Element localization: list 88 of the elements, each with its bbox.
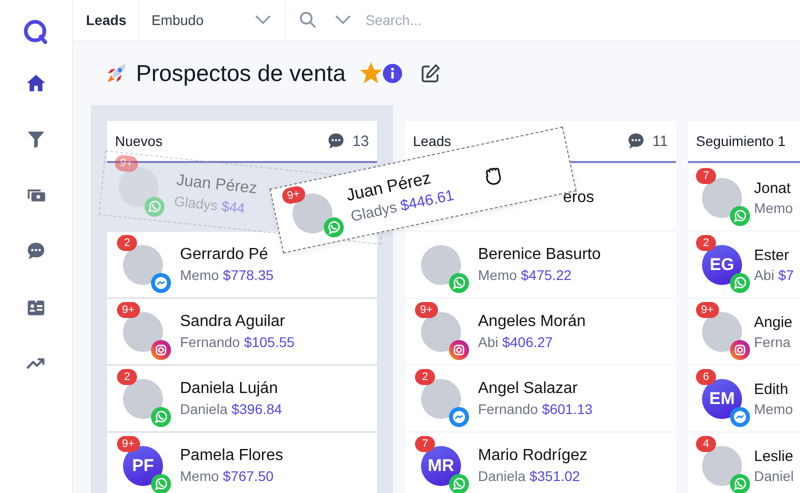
lead-owner-amount: Fernando $105.55 bbox=[180, 334, 295, 350]
search-icon[interactable] bbox=[299, 11, 318, 29]
lead-card[interactable]: Berenice Basurto Memo $475.22 bbox=[405, 232, 676, 297]
lead-owner-amount: Memo $778.35 bbox=[180, 267, 274, 283]
lead-owner-amount: Memo $475.22 bbox=[478, 267, 573, 283]
lead-name: Jonat bbox=[754, 180, 792, 196]
conversation-count: 11 bbox=[652, 132, 668, 150]
lead-owner-amount: Daniela $351.02 bbox=[478, 468, 582, 484]
lead-card[interactable]: 9+ Angie Ferna bbox=[688, 299, 800, 364]
unread-count: 7 bbox=[696, 168, 716, 184]
messenger-icon bbox=[151, 272, 171, 292]
chevron-down-icon[interactable] bbox=[335, 15, 352, 25]
unread-count: 2 bbox=[117, 234, 137, 250]
instagram-icon bbox=[730, 340, 750, 360]
lead-card[interactable]: 9+ Sandra Aguilar Fernando $105.55 bbox=[107, 299, 377, 364]
unread-count: 6 bbox=[696, 368, 716, 384]
lead-card[interactable]: EM 6 Edith Memo bbox=[688, 366, 800, 431]
lead-name: Gerrardo Pé bbox=[180, 246, 270, 264]
lead-card[interactable]: EG 2 Ester Abi $7 bbox=[688, 232, 800, 297]
lead-name: Edith bbox=[754, 380, 790, 398]
chat-icon bbox=[626, 131, 646, 151]
lead-owner-amount: Daniel bbox=[754, 468, 794, 484]
lead-name: Daniela Luján bbox=[180, 380, 279, 398]
whatsapp-icon bbox=[151, 474, 171, 493]
messenger-icon bbox=[730, 406, 750, 426]
unread-count: 9+ bbox=[117, 302, 140, 318]
lead-name: Angie bbox=[754, 314, 792, 330]
conversation-count: 13 bbox=[352, 132, 369, 150]
edit-icon[interactable] bbox=[420, 62, 441, 84]
whatsapp-icon bbox=[730, 474, 750, 493]
lead-owner-amount: Daniela $396.84 bbox=[180, 401, 282, 417]
info-icon[interactable] bbox=[382, 62, 403, 84]
instagram-icon bbox=[151, 340, 171, 360]
lead-owner-amount: Memo bbox=[754, 200, 793, 216]
unread-count: 4 bbox=[696, 436, 716, 452]
pipeline-select[interactable]: Embudo bbox=[138, 0, 286, 40]
whatsapp-icon bbox=[322, 216, 346, 240]
lead-owner-amount: Abi $406.27 bbox=[478, 334, 554, 350]
unread-count: 2 bbox=[117, 368, 137, 384]
chat-icon bbox=[25, 240, 47, 262]
chevron-down-icon bbox=[255, 15, 272, 25]
whatsapp-icon bbox=[449, 272, 469, 292]
lead-owner-amount: Ferna bbox=[754, 334, 792, 350]
lead-owner-amount: Memo $767.50 bbox=[180, 468, 275, 484]
instagram-icon bbox=[449, 340, 469, 360]
whatsapp-icon bbox=[449, 474, 469, 493]
lead-card[interactable]: 2 Daniela Luján Daniela $396.84 bbox=[107, 366, 377, 431]
lead-card[interactable]: 2 Gerrardo Pé Memo $778.35 bbox=[107, 232, 377, 297]
lead-card[interactable]: 7 Jonat Memo bbox=[688, 165, 800, 230]
unread-count: 2 bbox=[415, 368, 435, 384]
lead-name: Leslie bbox=[754, 448, 794, 464]
whatsapp-icon bbox=[730, 206, 750, 226]
lead-name: Ester bbox=[754, 246, 790, 264]
lead-owner-amount: Memo bbox=[754, 400, 793, 416]
whatsapp-icon bbox=[144, 195, 166, 218]
lead-name: Angeles Morán bbox=[478, 313, 586, 331]
lead-name: Mario Rodrígez bbox=[478, 447, 588, 465]
page-title: Prospectos de venta bbox=[136, 60, 346, 86]
logo-icon bbox=[23, 19, 49, 45]
search-field[interactable]: Search... bbox=[363, 11, 568, 29]
lead-name: Sandra Aguilar bbox=[180, 313, 286, 331]
avatar-placeholder bbox=[421, 244, 461, 284]
star-icon[interactable] bbox=[360, 62, 382, 84]
chat-icon bbox=[326, 131, 346, 151]
lead-card[interactable]: 2 Angel Salazar Fernando $601.13 bbox=[405, 366, 676, 431]
unread-count: 7 bbox=[415, 436, 435, 452]
lead-card[interactable]: PF 9+ Pamela Flores Memo $767.50 bbox=[107, 433, 377, 493]
column-title: Nuevos bbox=[115, 133, 162, 149]
whatsapp-icon bbox=[730, 272, 750, 292]
unread-count: 9+ bbox=[114, 154, 138, 172]
module-title: Leads bbox=[85, 12, 128, 28]
whatsapp-icon bbox=[151, 406, 171, 426]
column-title: Leads bbox=[413, 133, 452, 149]
unread-count: 9+ bbox=[696, 302, 719, 318]
lead-card[interactable]: 9+ Angeles Morán Abi $406.27 bbox=[405, 299, 676, 364]
messenger-icon bbox=[449, 406, 469, 426]
column-title: Seguimiento 1 bbox=[696, 133, 786, 149]
lead-name: Pamela Flores bbox=[180, 447, 284, 465]
avatar-placeholder bbox=[116, 164, 161, 208]
unread-count: 2 bbox=[696, 234, 716, 250]
home-icon bbox=[25, 72, 47, 94]
lead-owner-amount: Fernando $601.13 bbox=[478, 401, 593, 417]
lead-name: Angel Salazar bbox=[478, 380, 579, 398]
lead-card[interactable]: MR 7 Mario Rodrígez Daniela $351.02 bbox=[405, 433, 676, 493]
unread-count: 9+ bbox=[415, 302, 438, 318]
unread-count: 9+ bbox=[117, 436, 140, 452]
lead-card[interactable]: 4 Leslie Daniel bbox=[688, 433, 800, 493]
lead-owner-amount: Abi $7 bbox=[754, 266, 794, 282]
